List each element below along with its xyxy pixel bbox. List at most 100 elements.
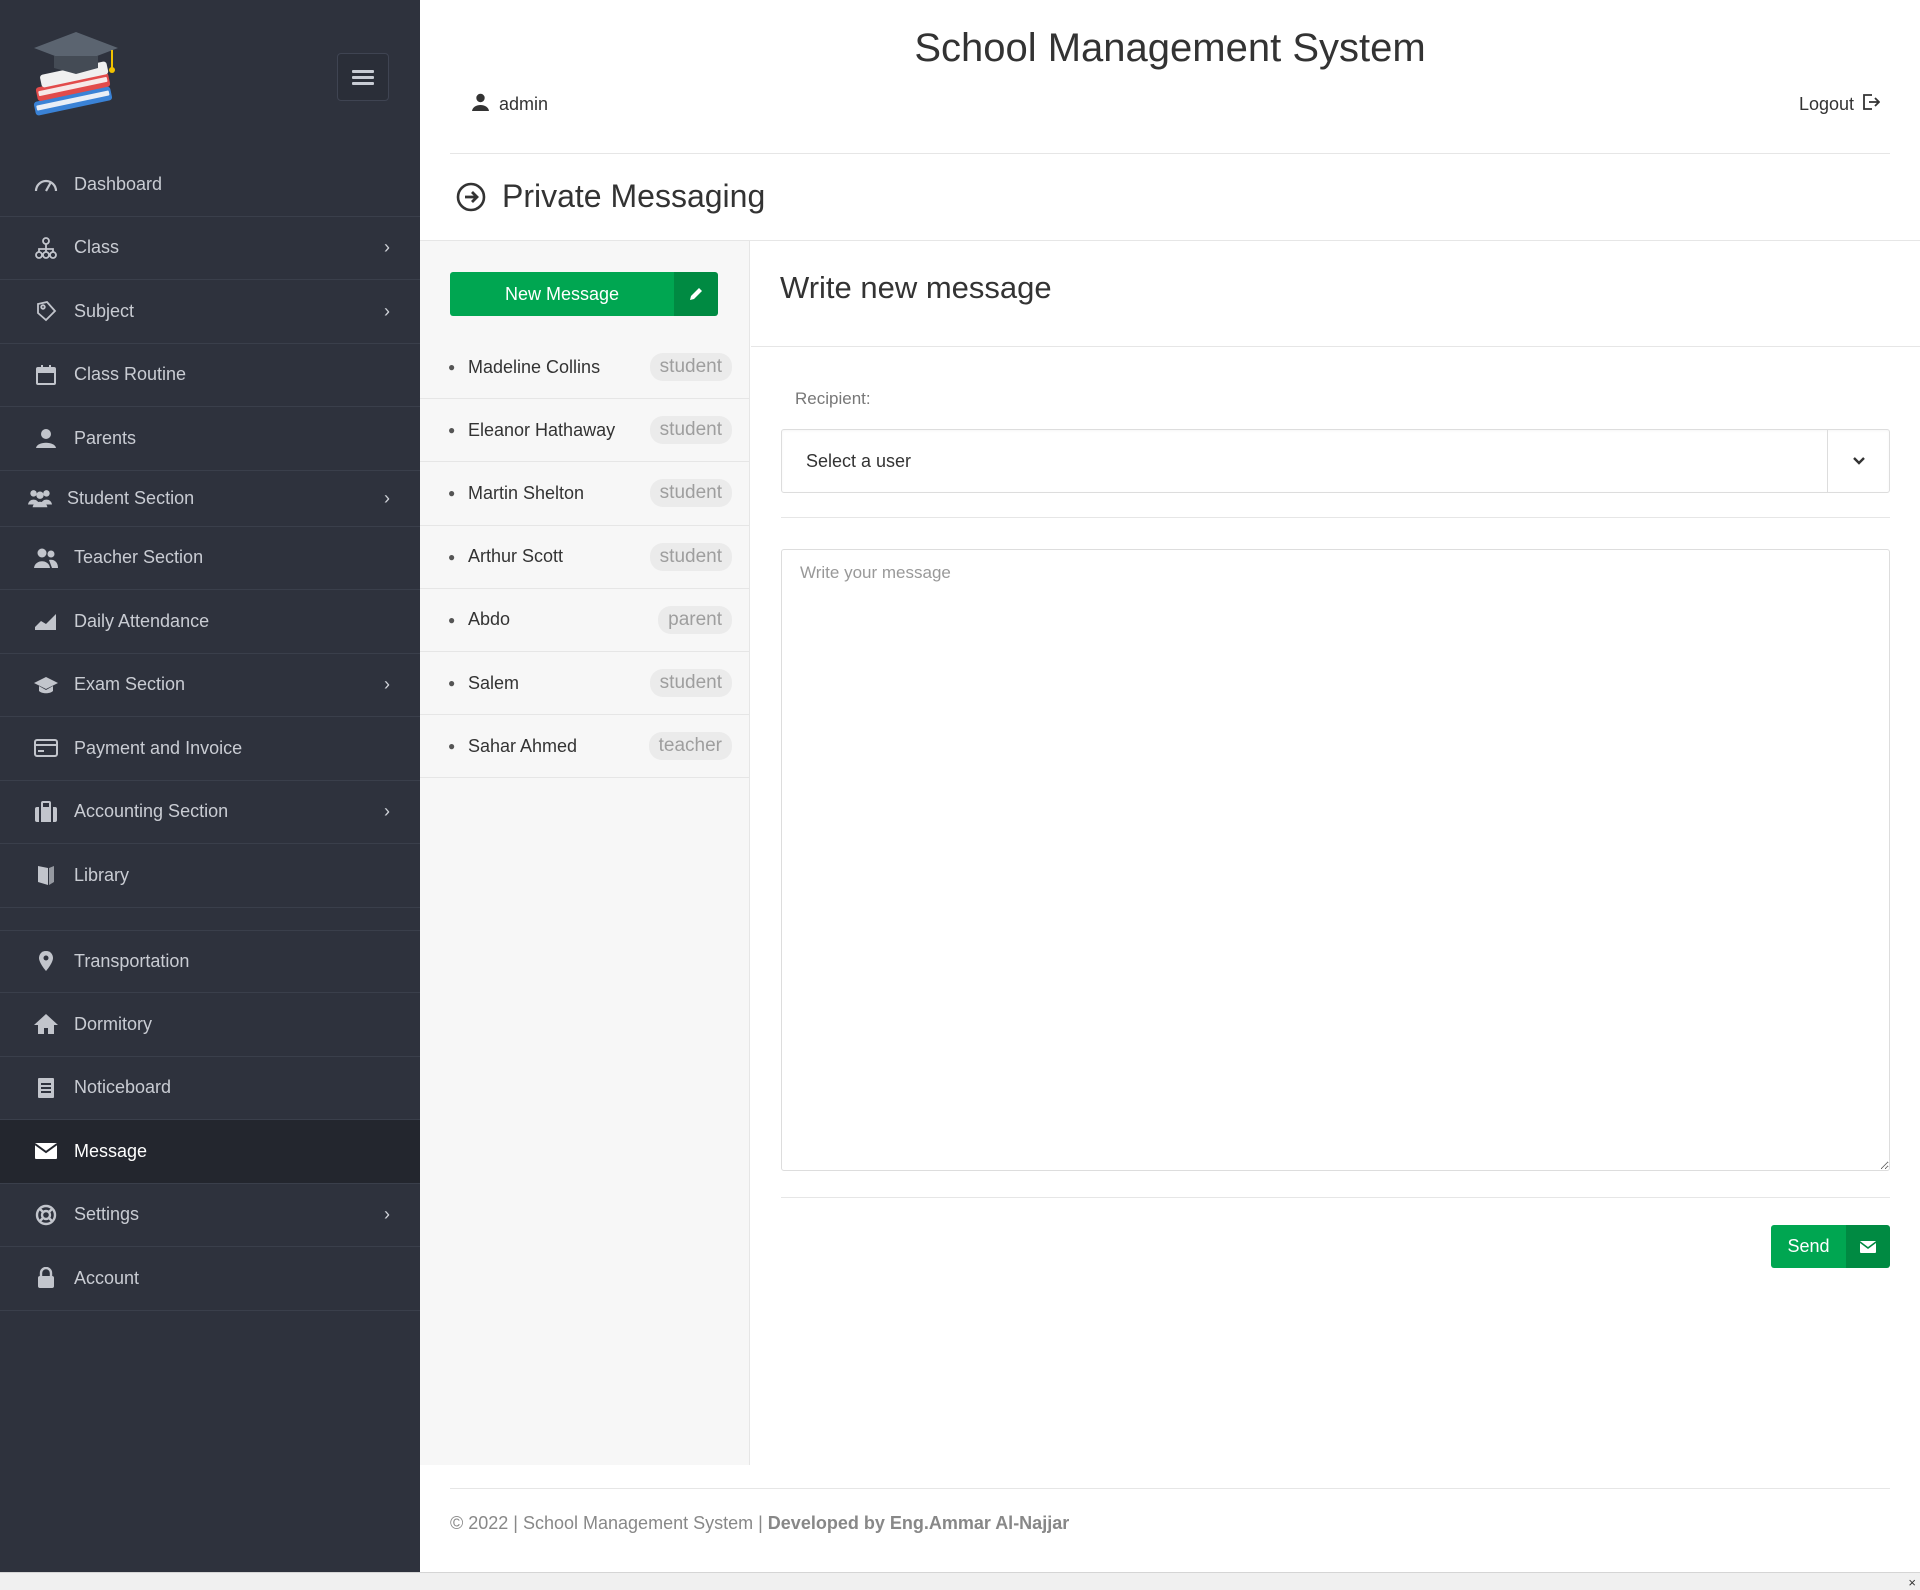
chevron-right-icon: › [384,1204,390,1225]
sidebar-item-settings[interactable]: Settings › [0,1184,420,1247]
credit-card-icon [34,736,58,760]
bottom-scrollbar[interactable]: × [0,1572,1920,1590]
sidebar-item-exam-section[interactable]: Exam Section › [0,654,420,717]
contact-name: Arthur Scott [468,546,564,567]
suitcase-icon [34,800,58,824]
sidebar: Dashboard Class › Subject › Class Routin… [0,0,420,1572]
envelope-icon [34,1139,58,1163]
chevron-right-icon: › [384,300,390,321]
sidebar-item-class-routine[interactable]: Class Routine [0,344,420,407]
sidebar-item-label: Transportation [74,950,190,971]
sidebar-item-transportation[interactable]: Transportation [0,929,420,993]
contact-name: Eleanor Hathaway [468,419,616,440]
contact-item[interactable]: ● Eleanor Hathaway student [420,399,750,463]
sidebar-item-label: Dashboard [74,173,163,194]
contact-item[interactable]: ● Martin Shelton student [420,462,750,526]
hamburger-icon [352,67,374,88]
school-logo [28,28,124,124]
sidebar-item-class[interactable]: Class › [0,217,420,280]
sitemap-icon [34,236,58,260]
graduation-cap-icon [34,673,58,697]
send-button[interactable]: Send [1771,1225,1890,1268]
sidebar-item-label: Parents [74,427,137,448]
map-marker-icon [34,949,58,973]
logout-label: Logout [1798,94,1854,114]
circle-arrow-right-icon [456,182,486,212]
contact-list: ● Madeline Collins student ● Eleanor Hat… [420,336,750,779]
sidebar-item-label: Dormitory [74,1013,153,1034]
username-label: admin [499,94,549,114]
new-message-label: New Message [450,272,674,316]
sidebar-item-label: Exam Section [74,674,186,695]
lock-icon [34,1266,58,1290]
sidebar-item-noticeboard[interactable]: Noticeboard [0,1057,420,1120]
sidebar-item-label: Class Routine [74,364,187,385]
bullet-icon: ● [448,423,456,438]
contact-item[interactable]: ● Sahar Ahmed teacher [420,715,750,779]
pencil-icon [674,272,718,316]
conversation-list-pane: New Message ● Madeline Collins student ●… [420,241,750,1465]
sidebar-item-label: Student Section [67,487,195,508]
message-divider [781,1197,1890,1198]
footer-divider [450,1488,1890,1489]
sidebar-item-label: Library [74,864,130,885]
contact-item[interactable]: ● Salem student [420,652,750,716]
contact-item[interactable]: ● Abdo parent [420,589,750,652]
close-icon[interactable]: × [1908,1575,1916,1590]
contact-name: Salem [468,672,520,693]
sidebar-item-message[interactable]: Message [0,1120,420,1184]
chevron-right-icon: › [384,237,390,258]
book-tag-icon [34,299,58,323]
sidebar-item-dormitory[interactable]: Dormitory [0,993,420,1057]
sidebar-item-label: Subject [74,300,135,321]
sidebar-item-daily-attendance[interactable]: Daily Attendance [0,590,420,654]
sidebar-item-label: Message [74,1140,148,1161]
contact-item[interactable]: ● Madeline Collins student [420,336,750,400]
sidebar-item-label: Account [74,1267,140,1288]
sidebar-item-payment-invoice[interactable]: Payment and Invoice [0,717,420,781]
sign-out-icon [1862,93,1881,116]
bullet-icon: ● [448,612,456,627]
recipient-select[interactable]: Select a user [781,429,1890,493]
user-icon [472,93,489,116]
chevron-right-icon: › [384,487,390,508]
chevron-down-icon[interactable] [1827,430,1889,492]
sidebar-item-teacher-section[interactable]: Teacher Section [0,527,420,590]
compose-title-divider [751,346,1920,347]
sidebar-item-dashboard[interactable]: Dashboard [0,153,420,217]
bullet-icon: ● [448,360,456,375]
menu-toggle-button[interactable] [337,53,389,101]
sidebar-item-library[interactable]: Library [0,844,420,908]
message-textarea[interactable] [781,549,1890,1171]
sidebar-item-label: Teacher Section [74,547,204,568]
book-icon [34,863,58,887]
footer-developer: Developed by Eng.Ammar Al-Najjar [767,1513,1070,1533]
recipient-divider [781,517,1890,518]
envelope-icon [1846,1225,1890,1268]
sidebar-item-label: Class [74,237,120,258]
sidebar-item-label: Payment and Invoice [74,737,243,758]
sidebar-item-account[interactable]: Account [0,1247,420,1311]
sidebar-item-label: Noticeboard [74,1077,172,1098]
contact-name: Madeline Collins [468,356,601,377]
role-badge: teacher [648,732,732,761]
bullet-icon: ● [448,739,456,754]
sidebar-item-parents[interactable]: Parents [0,407,420,471]
role-badge: student [649,669,732,698]
role-badge: student [649,353,732,382]
contact-item[interactable]: ● Arthur Scott student [420,526,750,589]
calendar-icon [34,363,58,387]
role-badge: student [649,416,732,445]
new-message-button[interactable]: New Message [450,272,718,316]
contact-name: Sahar Ahmed [468,735,578,756]
sidebar-item-accounting-section[interactable]: Accounting Section › [0,781,420,844]
bullet-icon: ● [448,549,456,564]
area-chart-icon [34,609,58,633]
home-icon [34,1012,58,1036]
logout-button[interactable]: Logout [1798,93,1881,116]
user-icon [34,426,58,450]
sidebar-item-subject[interactable]: Subject › [0,280,420,344]
page-title: Private Messaging [502,178,766,214]
chevron-right-icon: › [384,801,390,822]
sidebar-item-student-section[interactable]: Student Section › [0,471,420,527]
